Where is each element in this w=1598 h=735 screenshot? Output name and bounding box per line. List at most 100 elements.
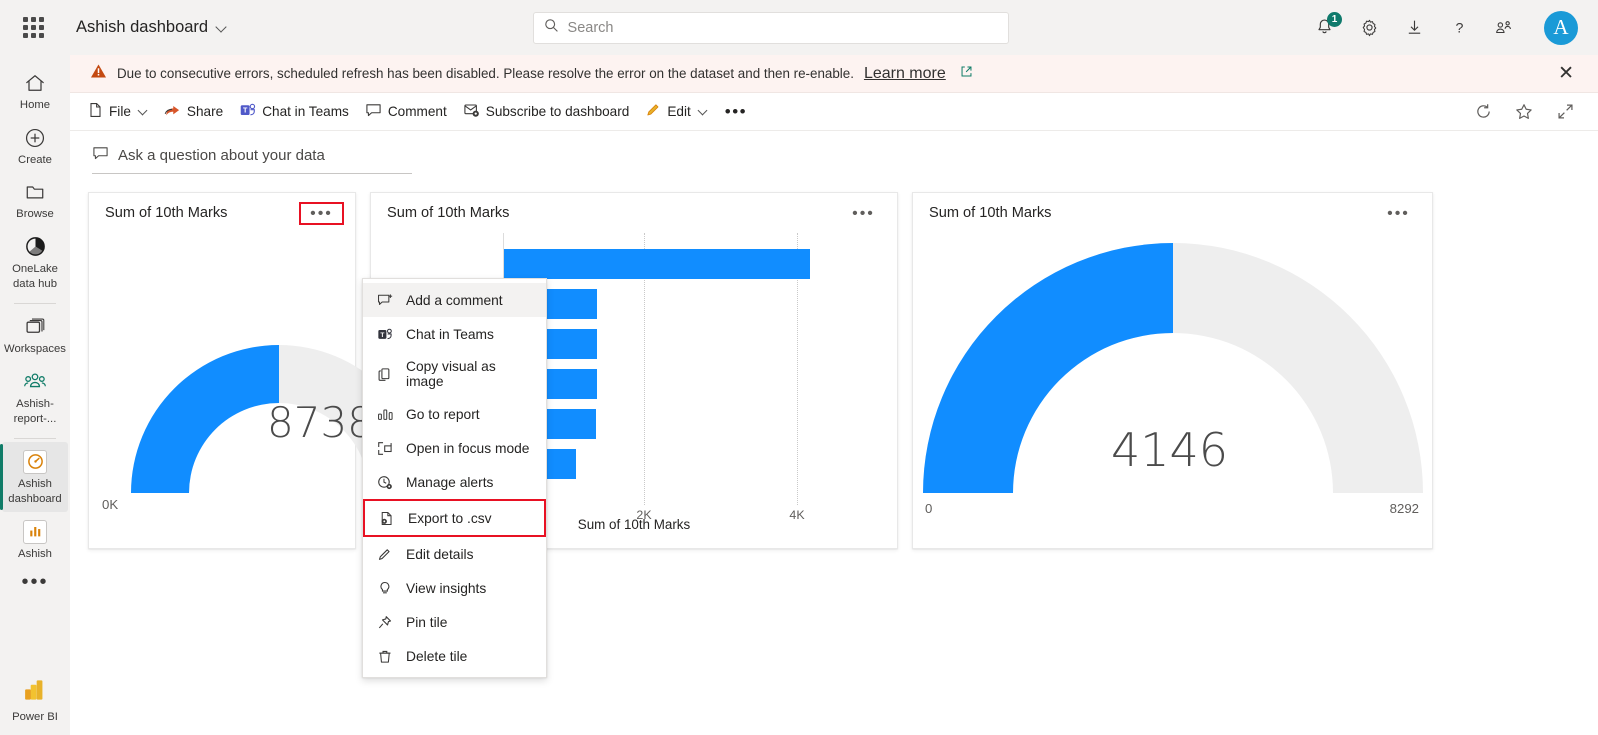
top-navigation-bar: Ashish dashboard Search 1 ? <box>0 0 1598 55</box>
tile-gauge-left[interactable]: Sum of 10th Marks ••• 8738 0K <box>88 192 356 549</box>
sidebar-item-create[interactable]: Create <box>2 118 68 173</box>
context-menu-item-label: Add a comment <box>406 293 503 308</box>
tile-gauge-right[interactable]: Sum of 10th Marks ••• 4146 0 8292 <box>912 192 1433 549</box>
sidebar-item-label: Home <box>20 99 50 112</box>
sidebar-divider <box>14 438 56 439</box>
pin-icon <box>376 613 394 631</box>
sidebar-item-label: Ashish <box>18 548 52 561</box>
tile-title: Sum of 10th Marks <box>387 205 509 221</box>
banner-message: Due to consecutive errors, scheduled ref… <box>117 66 854 81</box>
gauge-value-label: 4146 <box>1111 423 1228 477</box>
favorite-star-icon[interactable] <box>1513 101 1535 123</box>
subscribe-label: Subscribe to dashboard <box>486 104 630 119</box>
context-menu-item-export-to-csv[interactable]: Export to .csv <box>363 499 546 537</box>
context-menu-item-copy-visual-as-image[interactable]: Copy visual as image <box>363 351 546 397</box>
context-menu-item-label: Edit details <box>406 547 474 562</box>
plus-circle-icon <box>21 125 49 151</box>
context-menu-item-go-to-report[interactable]: Go to report <box>363 397 546 431</box>
left-navigation-sidebar: Home Create Browse OneLake data hub <box>0 55 70 735</box>
search-input[interactable]: Search <box>533 12 1009 44</box>
context-menu-item-label: Pin tile <box>406 615 447 630</box>
sidebar-item-ashish-report-tile[interactable]: Ashish <box>2 512 68 567</box>
feedback-icon[interactable] <box>1493 17 1515 39</box>
sidebar-item-onelake-data-hub[interactable]: OneLake data hub <box>2 227 68 297</box>
sidebar-item-workspaces[interactable]: Workspaces <box>2 307 68 362</box>
search-icon <box>544 18 559 38</box>
help-icon[interactable]: ? <box>1448 17 1470 39</box>
tile-title: Sum of 10th Marks <box>929 205 1051 221</box>
external-link-icon[interactable] <box>960 65 973 83</box>
people-group-icon <box>21 369 49 395</box>
chevron-down-icon <box>217 22 228 33</box>
sidebar-item-label: OneLake <box>12 263 58 276</box>
sidebar-item-label: Create <box>18 154 52 167</box>
fullscreen-icon[interactable] <box>1554 101 1576 123</box>
avatar[interactable]: A <box>1544 11 1578 45</box>
context-menu-item-chat-in-teams[interactable]: T Chat in Teams <box>363 317 546 351</box>
context-menu-item-add-a-comment[interactable]: Add a comment <box>363 283 546 317</box>
comment-icon <box>92 145 109 166</box>
context-menu-item-open-in-focus-mode[interactable]: Open in focus mode <box>363 431 546 465</box>
notification-bell-icon[interactable]: 1 <box>1313 17 1335 39</box>
command-bar: File Share T Chat in Teams <box>70 93 1598 131</box>
context-menu-item-manage-alerts[interactable]: Manage alerts <box>363 465 546 499</box>
comment-button[interactable]: Comment <box>357 97 455 126</box>
powerbi-dashboard-app: Ashish dashboard Search 1 ? <box>0 0 1598 735</box>
tile-more-options-button[interactable]: ••• <box>299 202 344 225</box>
tile-context-menu: Add a comment T Chat in Teams Copy visua… <box>362 278 547 678</box>
chat-in-teams-button[interactable]: T Chat in Teams <box>231 97 357 126</box>
close-icon[interactable]: ✕ <box>1552 64 1580 83</box>
gear-icon[interactable] <box>1358 17 1380 39</box>
qa-input[interactable]: Ask a question about your data <box>92 145 412 174</box>
share-label: Share <box>187 104 223 119</box>
share-button[interactable]: Share <box>156 97 231 126</box>
search-placeholder: Search <box>568 20 614 36</box>
learn-more-link[interactable]: Learn more <box>864 65 946 83</box>
teams-icon: T <box>239 102 256 121</box>
subscribe-icon <box>463 102 480 121</box>
sidebar-item-browse[interactable]: Browse <box>2 172 68 227</box>
sidebar-item-label: Ashish <box>18 478 52 491</box>
gauge-fill <box>131 345 279 493</box>
context-menu-item-delete-tile[interactable]: Delete tile <box>363 639 546 673</box>
share-icon <box>164 102 181 121</box>
edit-button[interactable]: Edit <box>637 97 715 126</box>
download-icon[interactable] <box>1403 17 1425 39</box>
dashboard-title-dropdown[interactable]: Ashish dashboard <box>62 18 228 37</box>
refresh-icon[interactable] <box>1472 101 1494 123</box>
tile-more-options-button[interactable]: ••• <box>1376 202 1421 225</box>
tile-more-options-button[interactable]: ••• <box>841 202 886 225</box>
lightbulb-icon <box>376 579 394 597</box>
sidebar-more-button[interactable]: ••• <box>21 567 48 597</box>
context-menu-item-label: Chat in Teams <box>406 327 494 342</box>
powerbi-brand-logo[interactable]: Power BI <box>12 677 58 735</box>
sidebar-item-ashish-dashboard[interactable]: Ashish dashboard <box>2 442 68 512</box>
gauge-chart-right: 4146 0 8292 <box>913 223 1432 548</box>
comment-label: Comment <box>388 104 447 119</box>
search-container: Search <box>228 12 1313 44</box>
context-menu-item-label: Export to .csv <box>408 511 492 526</box>
sidebar-item-label: Workspaces <box>4 343 66 356</box>
alert-clock-icon <box>376 473 394 491</box>
bar-1[interactable] <box>504 249 810 279</box>
sidebar-item-home[interactable]: Home <box>2 63 68 118</box>
context-menu-item-edit-details[interactable]: Edit details <box>363 537 546 571</box>
file-menu-button[interactable]: File <box>80 97 156 126</box>
sidebar-item-label-line2: report-... <box>14 413 57 426</box>
qa-placeholder: Ask a question about your data <box>118 147 325 164</box>
add-comment-icon <box>376 291 394 309</box>
context-menu-item-label: Delete tile <box>406 649 467 664</box>
context-menu-item-view-insights[interactable]: View insights <box>363 571 546 605</box>
gauge-min-label: 0 <box>925 501 932 516</box>
trash-icon <box>376 647 394 665</box>
copy-icon <box>376 365 394 383</box>
context-menu-item-pin-tile[interactable]: Pin tile <box>363 605 546 639</box>
sidebar-item-ashish-report[interactable]: Ashish- report-... <box>2 362 68 432</box>
app-launcher-icon[interactable] <box>16 11 50 45</box>
svg-text:T: T <box>380 331 384 338</box>
subscribe-to-dashboard-button[interactable]: Subscribe to dashboard <box>455 97 638 126</box>
brand-label: Power BI <box>12 711 58 723</box>
command-overflow-button[interactable]: ••• <box>716 104 756 120</box>
home-icon <box>21 70 49 96</box>
svg-text:T: T <box>243 107 248 115</box>
